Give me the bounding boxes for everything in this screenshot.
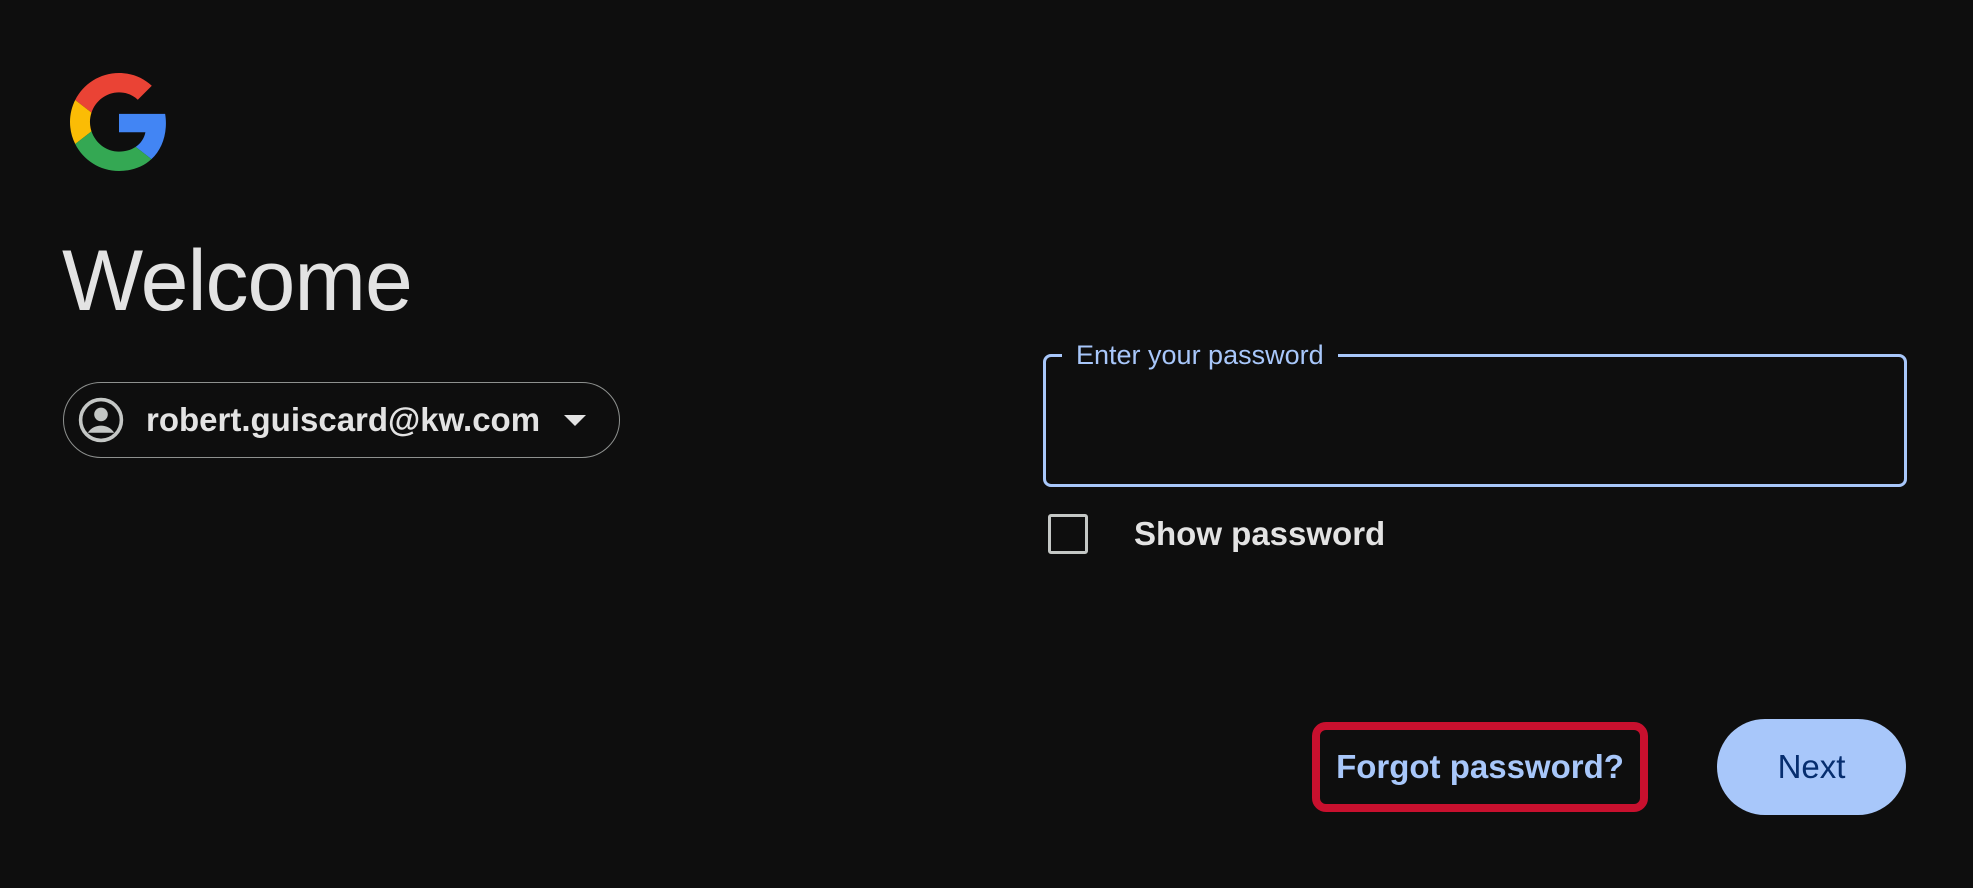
show-password-checkbox[interactable] (1048, 514, 1088, 554)
account-chooser-button[interactable]: robert.guiscard@kw.com (63, 382, 620, 458)
google-logo-icon (70, 73, 168, 171)
forgot-password-link[interactable]: Forgot password? (1312, 722, 1648, 812)
password-field-label: Enter your password (1062, 338, 1338, 372)
account-circle-icon (76, 395, 126, 445)
caret-down-icon (564, 414, 587, 426)
show-password-label[interactable]: Show password (1134, 515, 1385, 553)
next-button[interactable]: Next (1717, 719, 1906, 815)
signin-page: Welcome robert.guiscard@kw.com Enter you… (0, 0, 1973, 888)
account-email: robert.guiscard@kw.com (146, 401, 541, 438)
page-title: Welcome (62, 233, 413, 329)
password-field[interactable]: Enter your password (1043, 338, 1907, 487)
show-password-row[interactable]: Show password (1048, 514, 1385, 554)
password-input[interactable] (1070, 397, 1874, 449)
